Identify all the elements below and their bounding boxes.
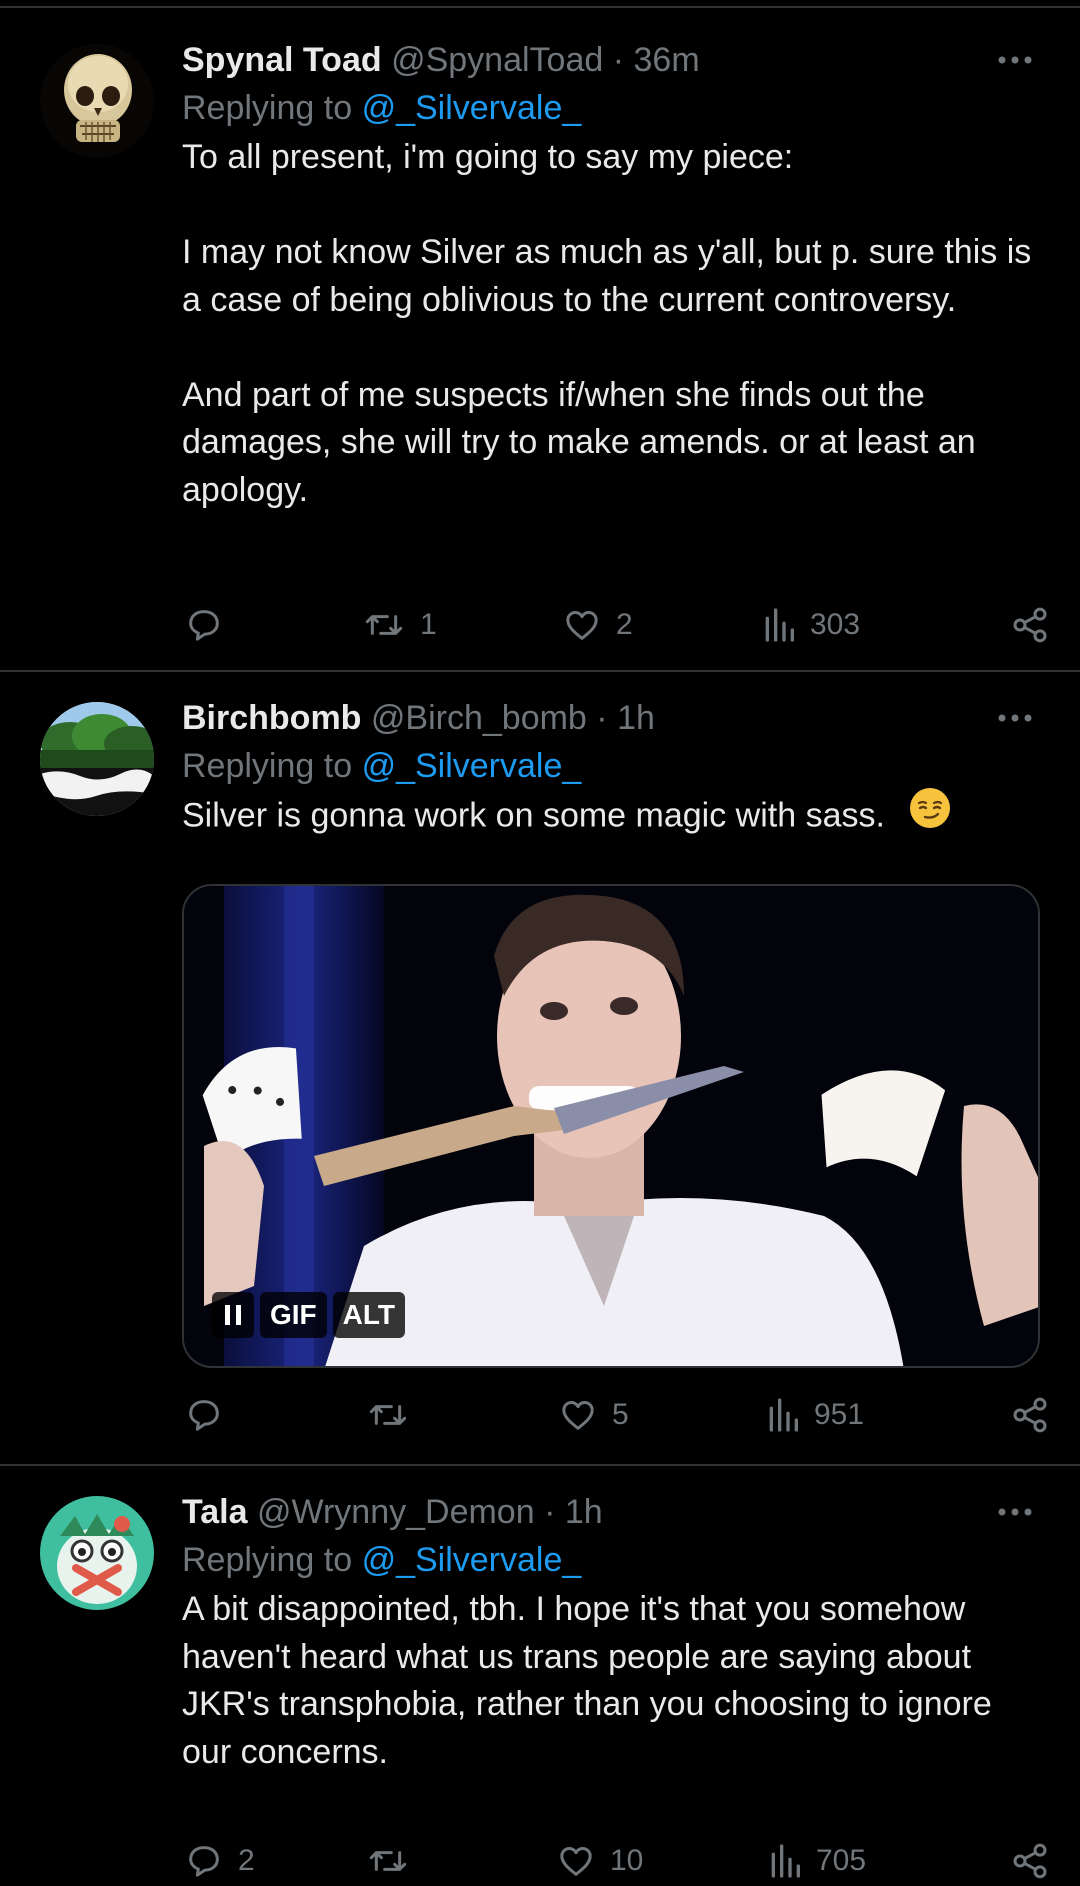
tweet[interactable]: Birchbomb @Birch_bomb · 1h Replying to @… xyxy=(0,670,1080,1464)
reply-button[interactable] xyxy=(184,600,238,650)
tweet-paragraph: Silver is gonna work on some magic with … xyxy=(182,796,885,835)
gif-badge: GIF xyxy=(260,1292,327,1338)
reply-count: 2 xyxy=(238,1844,255,1877)
like-count: 5 xyxy=(612,1398,629,1431)
heart-icon xyxy=(556,1841,596,1881)
heart-icon xyxy=(558,1395,598,1435)
tweet[interactable]: Tala @Wrynny_Demon · 1h Replying to @_Si… xyxy=(0,1464,1080,1879)
media-badges: GIF ALT xyxy=(212,1292,406,1338)
skull-avatar-icon xyxy=(40,44,154,158)
replying-to: Replying to @_Silvervale_ xyxy=(182,1536,1040,1586)
user-handle[interactable]: @Wrynny_Demon xyxy=(257,1493,535,1531)
retweet-icon xyxy=(362,605,406,645)
separator-dot: · xyxy=(612,41,625,79)
pause-icon[interactable] xyxy=(212,1292,254,1338)
like-count: 10 xyxy=(610,1844,644,1877)
replying-to: Replying to @_Silvervale_ xyxy=(182,742,1040,792)
tweet-header: Birchbomb @Birch_bomb · 1h xyxy=(182,694,1040,742)
views-button[interactable]: 951 xyxy=(766,1390,864,1440)
replying-to: Replying to @_Silvervale_ xyxy=(182,84,1040,134)
tweet-paragraph: A bit disappointed, tbh. I hope it's tha… xyxy=(182,1590,992,1771)
share-button[interactable] xyxy=(1010,1390,1050,1440)
reply-icon xyxy=(184,1841,224,1881)
retweet-button[interactable] xyxy=(366,1390,424,1440)
tweet-paragraph: To all present, i'm going to say my piec… xyxy=(182,138,794,176)
gif-media[interactable]: GIF ALT xyxy=(182,884,1040,1368)
mention-link[interactable]: @_Silvervale_ xyxy=(362,89,582,127)
retweet-button[interactable]: 1 xyxy=(362,600,437,650)
tweet-actions: 5 951 xyxy=(182,1390,1050,1440)
views-chart-icon xyxy=(762,605,796,645)
views-chart-icon xyxy=(766,1395,800,1435)
share-icon xyxy=(1010,605,1050,645)
alt-text-button[interactable]: ALT xyxy=(332,1292,406,1338)
share-button[interactable] xyxy=(1010,600,1050,650)
user-handle[interactable]: @Birch_bomb xyxy=(371,699,587,737)
like-button[interactable]: 5 xyxy=(558,1390,629,1440)
replying-prefix: Replying to xyxy=(182,1541,353,1579)
tweet-text: Silver is gonna work on some magic with … xyxy=(182,788,1040,844)
tweet-header: Tala @Wrynny_Demon · 1h xyxy=(182,1488,1040,1536)
share-icon xyxy=(1010,1395,1050,1435)
timestamp[interactable]: 36m xyxy=(634,41,700,79)
tweet-paragraph: And part of me suspects if/when she find… xyxy=(182,375,976,509)
tweet-paragraph: I may not know Silver as much as y'all, … xyxy=(182,233,1032,319)
timestamp[interactable]: 1h xyxy=(617,699,655,737)
display-name[interactable]: Birchbomb xyxy=(182,699,361,737)
green-creature-avatar-icon xyxy=(40,1496,154,1610)
avatar[interactable] xyxy=(40,1496,154,1610)
replying-prefix: Replying to xyxy=(182,89,353,127)
retweet-count: 1 xyxy=(420,608,437,641)
tweet-header: Spynal Toad @SpynalToad · 36m xyxy=(182,36,1040,84)
views-button[interactable]: 303 xyxy=(762,600,860,650)
views-count: 951 xyxy=(814,1398,865,1431)
views-button[interactable]: 705 xyxy=(768,1836,866,1886)
views-count: 705 xyxy=(816,1844,867,1877)
timestamp[interactable]: 1h xyxy=(565,1493,603,1531)
more-options-icon[interactable] xyxy=(990,694,1040,742)
heart-icon xyxy=(562,605,602,645)
reply-icon xyxy=(184,1395,224,1435)
views-count: 303 xyxy=(810,608,861,641)
share-icon xyxy=(1010,1841,1050,1881)
display-name[interactable]: Tala xyxy=(182,1493,248,1531)
separator-dot: · xyxy=(596,699,608,737)
tweet-text: A bit disappointed, tbh. I hope it's tha… xyxy=(182,1586,1040,1776)
retweet-icon xyxy=(366,1841,410,1881)
views-chart-icon xyxy=(768,1841,802,1881)
reply-icon xyxy=(184,605,224,645)
tree-landscape-avatar-icon xyxy=(40,702,154,816)
retweet-button[interactable] xyxy=(366,1836,424,1886)
reply-button[interactable] xyxy=(184,1390,238,1440)
smirking-face-emoji-icon xyxy=(908,786,952,844)
reply-button[interactable]: 2 xyxy=(184,1836,255,1886)
more-options-icon[interactable] xyxy=(990,36,1040,84)
more-options-icon[interactable] xyxy=(990,1488,1040,1536)
share-button[interactable] xyxy=(1010,1836,1050,1886)
display-name[interactable]: Spynal Toad xyxy=(182,41,382,79)
tweet[interactable]: Spynal Toad @SpynalToad · 36m Replying t… xyxy=(0,6,1080,670)
mention-link[interactable]: @_Silvervale_ xyxy=(362,747,582,785)
tweet-text: To all present, i'm going to say my piec… xyxy=(182,134,1040,514)
tweet-actions: 1 2 303 xyxy=(182,600,1050,650)
like-button[interactable]: 2 xyxy=(562,600,633,650)
avatar[interactable] xyxy=(40,44,154,158)
replying-prefix: Replying to xyxy=(182,747,353,785)
mention-link[interactable]: @_Silvervale_ xyxy=(362,1541,582,1579)
user-handle[interactable]: @SpynalToad xyxy=(391,41,603,79)
like-count: 2 xyxy=(616,608,633,641)
avatar[interactable] xyxy=(40,702,154,816)
tweet-actions: 2 10 705 xyxy=(182,1836,1050,1886)
retweet-icon xyxy=(366,1395,410,1435)
separator-dot: · xyxy=(544,1493,556,1531)
like-button[interactable]: 10 xyxy=(556,1836,643,1886)
